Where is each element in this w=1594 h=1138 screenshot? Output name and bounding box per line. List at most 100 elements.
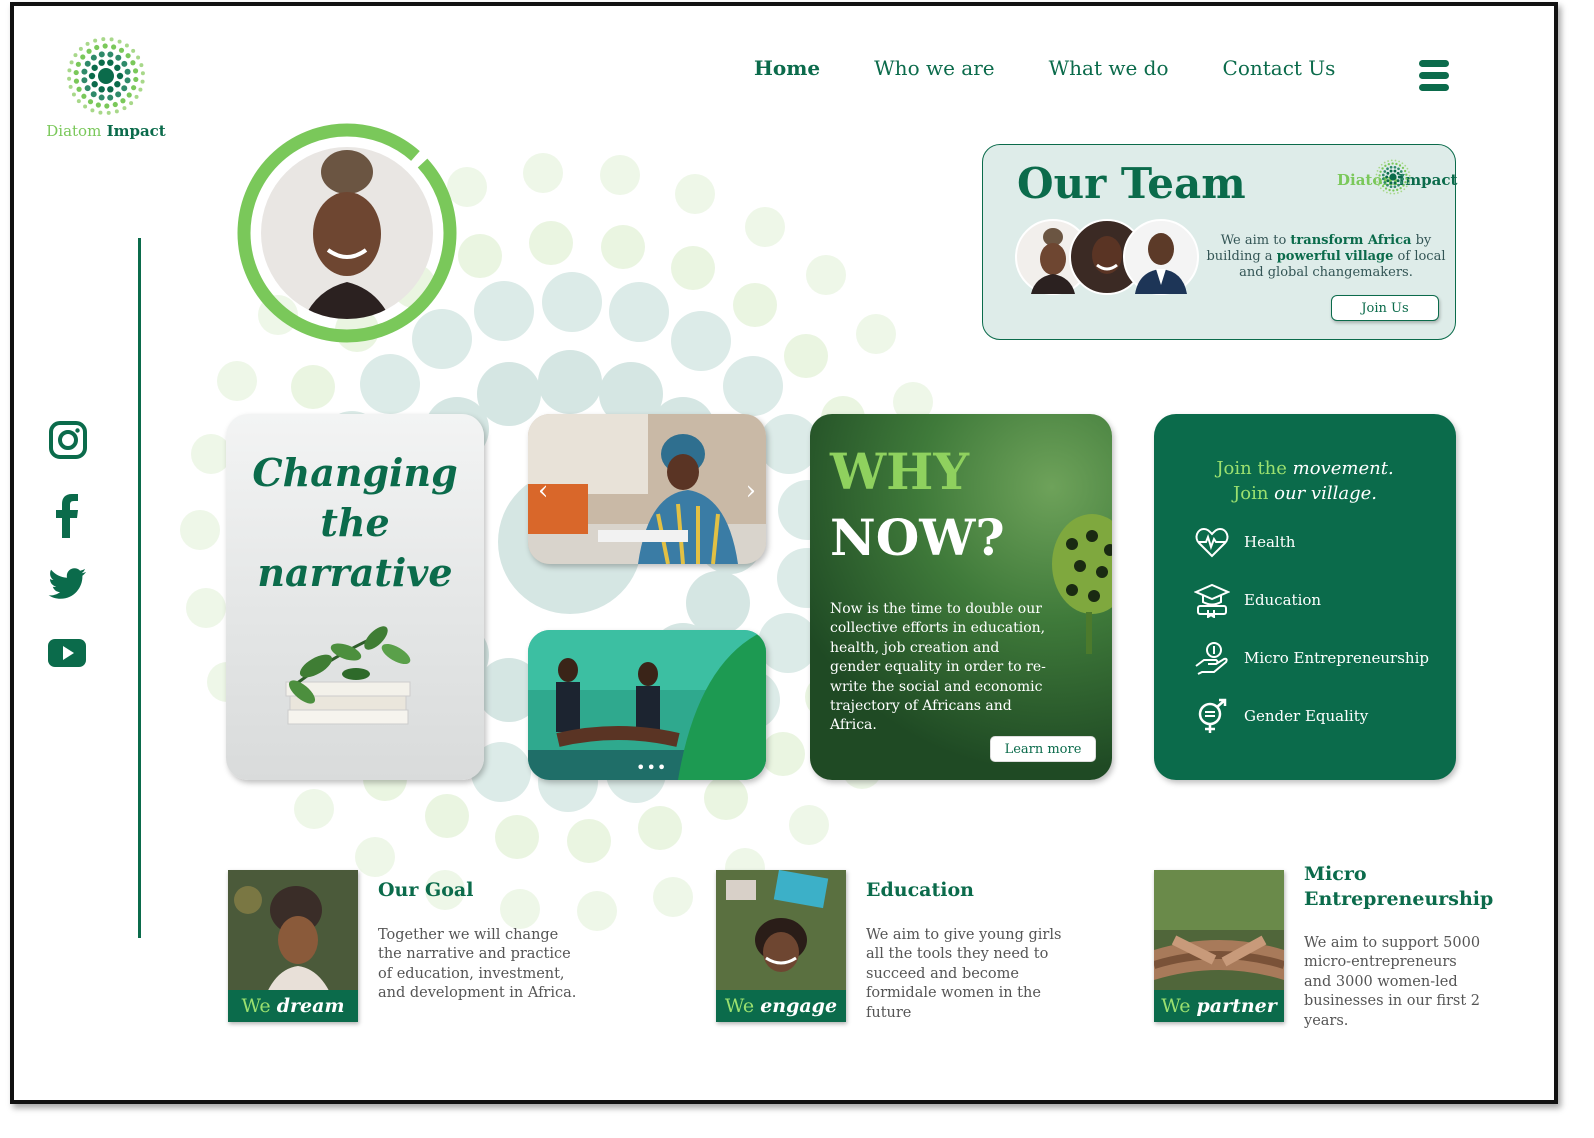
decorative-dot bbox=[637, 806, 682, 851]
decorative-dot bbox=[732, 283, 777, 328]
carousel-photo-top[interactable]: ‹ › bbox=[528, 414, 766, 564]
decorative-dot bbox=[499, 888, 540, 929]
feature-tag-dream: We dream bbox=[228, 990, 358, 1022]
team-avatars[interactable] bbox=[1015, 219, 1201, 297]
feature-image-engage[interactable]: We engage bbox=[716, 870, 846, 1022]
now-heading: NOW? bbox=[830, 508, 1005, 567]
decorative-dot bbox=[566, 819, 611, 864]
focus-area-label: Micro Entrepreneurship bbox=[1244, 649, 1429, 667]
carousel-next-icon[interactable]: › bbox=[746, 476, 756, 506]
feature-tag-partner: We partner bbox=[1154, 990, 1284, 1022]
hand-coin-icon bbox=[1195, 642, 1228, 675]
diatom-logo-icon bbox=[67, 37, 145, 115]
feature-title-micro-entrepreneurship: Micro Entrepreneurship bbox=[1304, 863, 1494, 910]
changing-narrative-card[interactable]: Changing the narrative bbox=[226, 414, 484, 780]
decorative-dot bbox=[476, 362, 541, 427]
decorative-dot bbox=[675, 173, 716, 214]
main-nav: Home Who we are What we do Contact Us bbox=[754, 56, 1335, 80]
decorative-dot bbox=[760, 731, 805, 776]
decorative-dot bbox=[757, 613, 818, 674]
feature-image-partner[interactable]: We partner bbox=[1154, 870, 1284, 1022]
team-description: We aim to transform Africa by building a… bbox=[1206, 233, 1446, 280]
decorative-dot bbox=[541, 272, 602, 332]
team-brand-logo: DiatomImpact bbox=[1337, 159, 1457, 195]
decorative-dot bbox=[425, 793, 470, 838]
feature-tag-engage: We engage bbox=[716, 990, 846, 1022]
decorative-dot bbox=[670, 246, 715, 291]
decorative-dot bbox=[216, 361, 257, 402]
focus-area-micro-entrepreneurship[interactable]: Micro Entrepreneurship bbox=[1194, 638, 1429, 678]
sidebar-divider bbox=[138, 238, 141, 938]
carousel-prev-icon[interactable]: ‹ bbox=[538, 476, 548, 506]
decorative-dot bbox=[609, 282, 670, 343]
decorative-dot bbox=[190, 433, 231, 474]
decorative-dot bbox=[458, 233, 503, 278]
decorative-dot bbox=[744, 207, 785, 248]
why-now-card: WHY NOW? Now is the time to double our c… bbox=[810, 414, 1112, 780]
feature-desc-our-goal: Together we will change the narrative an… bbox=[378, 927, 577, 1002]
focus-area-label: Gender Equality bbox=[1244, 707, 1369, 725]
decorative-dot bbox=[806, 254, 846, 295]
focus-area-gender-equality[interactable]: Gender Equality bbox=[1194, 696, 1368, 736]
decorative-dot bbox=[671, 311, 732, 372]
youtube-icon[interactable] bbox=[48, 638, 88, 678]
nav-what-we-do[interactable]: What we do bbox=[1049, 56, 1169, 80]
decorative-dot bbox=[185, 587, 226, 628]
nav-home[interactable]: Home bbox=[754, 56, 820, 80]
feature-image-dream[interactable]: We dream bbox=[228, 870, 358, 1022]
decorative-dot bbox=[494, 815, 539, 860]
decorative-dot bbox=[522, 153, 563, 193]
books-plant-illustration bbox=[285, 626, 411, 725]
carousel-photo-bottom[interactable]: ••• bbox=[528, 630, 766, 780]
movement-heading: Join the movement. Join our village. bbox=[1216, 458, 1394, 504]
learn-more-button[interactable]: Learn more bbox=[990, 736, 1096, 762]
feature-desc-education: We aim to give young girls all the tools… bbox=[866, 927, 1062, 1021]
brand-name-part2: Impact bbox=[106, 122, 166, 140]
decorative-dot bbox=[529, 220, 574, 265]
nav-contact-us[interactable]: Contact Us bbox=[1223, 56, 1336, 80]
decorative-dot bbox=[359, 353, 420, 414]
carousel-pagination-dots-icon[interactable]: ••• bbox=[636, 758, 667, 777]
instagram-icon[interactable] bbox=[48, 420, 88, 460]
feature-title-our-goal: Our Goal bbox=[378, 879, 474, 901]
hamburger-menu-icon[interactable] bbox=[1419, 60, 1449, 94]
decorative-dot bbox=[474, 281, 535, 342]
brand-name-part1: Diatom bbox=[46, 122, 102, 140]
decorative-dot bbox=[783, 334, 828, 379]
decorative-dot bbox=[788, 804, 829, 845]
featured-profile-avatar[interactable] bbox=[236, 122, 458, 344]
decorative-dot bbox=[855, 313, 896, 354]
decorative-dot bbox=[601, 224, 646, 269]
focus-area-label: Education bbox=[1244, 591, 1322, 609]
diatom-small-logo-icon bbox=[1375, 159, 1411, 195]
team-avatar-3 bbox=[1123, 219, 1199, 295]
twitter-icon[interactable] bbox=[48, 568, 88, 608]
decorative-dot bbox=[577, 890, 618, 931]
decorative-dot bbox=[653, 877, 694, 918]
page-frame: Diatom Impact Home Who we are What we do… bbox=[10, 2, 1558, 1104]
decorative-dot bbox=[722, 356, 783, 417]
join-us-button[interactable]: Join Us bbox=[1331, 295, 1439, 321]
brand-logo[interactable]: Diatom Impact bbox=[46, 36, 166, 140]
feature-desc-micro-entrepreneurship: We aim to support 5000 micro-entrepreneu… bbox=[1304, 935, 1481, 1029]
team-title: Our Team bbox=[1017, 159, 1246, 208]
decorative-dot bbox=[538, 350, 602, 414]
facebook-icon[interactable] bbox=[48, 494, 88, 538]
decorative-dot bbox=[600, 155, 641, 196]
decorative-dot bbox=[355, 836, 396, 877]
decorative-dot bbox=[703, 776, 748, 821]
decorative-dot bbox=[180, 510, 221, 551]
our-team-card: Our Team DiatomImpact We aim to transfor… bbox=[982, 144, 1457, 340]
graduation-cap-icon bbox=[1194, 583, 1230, 618]
nav-who-we-are[interactable]: Who we are bbox=[874, 56, 994, 80]
decorative-dot bbox=[290, 365, 335, 410]
decorative-dot bbox=[293, 789, 334, 830]
narrative-heading: Changing the narrative bbox=[252, 450, 458, 595]
join-movement-card: Join the movement. Join our village. Hea… bbox=[1154, 414, 1456, 780]
focus-area-education[interactable]: Education bbox=[1194, 580, 1321, 620]
focus-area-health[interactable]: Health bbox=[1194, 522, 1295, 562]
why-now-description: Now is the time to double our collective… bbox=[830, 601, 1046, 734]
why-heading: WHY bbox=[830, 442, 970, 501]
focus-area-label: Health bbox=[1244, 533, 1296, 551]
feature-title-education: Education bbox=[866, 879, 974, 901]
